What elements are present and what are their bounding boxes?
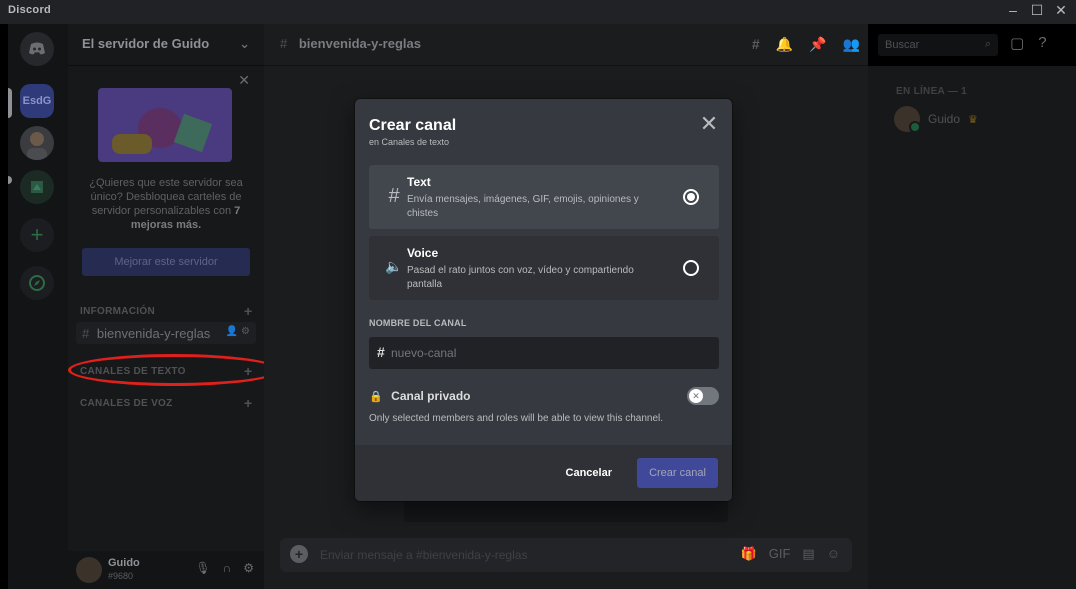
radio-unselected[interactable]: [683, 260, 699, 276]
hash-icon: #: [388, 185, 400, 207]
option-description: Pasad el rato juntos con voz, vídeo y co…: [407, 265, 634, 290]
channel-type-voice-option[interactable]: 🔈 Voice Pasad el rato juntos con voz, ví…: [369, 236, 719, 300]
create-channel-button[interactable]: Crear canal: [637, 458, 718, 488]
private-channel-description: Only selected members and roles will be …: [369, 413, 664, 424]
create-channel-modal: Crear canal en Canales de texto ✕ # Text…: [355, 99, 732, 501]
hash-icon: #: [377, 344, 385, 360]
radio-selected[interactable]: [683, 189, 699, 205]
channel-name-label: NOMBRE DEL CANAL: [369, 318, 467, 328]
channel-name-input[interactable]: [391, 337, 711, 369]
close-icon[interactable]: ✕: [698, 113, 720, 135]
modal-title: Crear canal: [369, 117, 457, 134]
option-label: Voice: [407, 246, 439, 260]
private-channel-toggle[interactable]: ✕: [687, 387, 719, 405]
modal-subtitle: en Canales de texto: [369, 137, 450, 147]
channel-type-text-option[interactable]: # Text Envía mensajes, imágenes, GIF, em…: [369, 165, 719, 229]
private-channel-label: Canal privado: [391, 389, 471, 403]
modal-footer: Cancelar Crear canal: [355, 445, 732, 501]
private-channel-row: 🔒 Canal privado ✕: [369, 387, 719, 405]
cancel-button[interactable]: Cancelar: [558, 458, 620, 488]
option-description: Envía mensajes, imágenes, GIF, emojis, o…: [407, 194, 639, 219]
option-label: Text: [407, 175, 431, 189]
speaker-icon: 🔈: [385, 258, 403, 274]
lock-icon: 🔒: [369, 391, 383, 403]
toggle-off-icon: ✕: [689, 389, 703, 403]
channel-name-field[interactable]: #: [369, 337, 719, 369]
